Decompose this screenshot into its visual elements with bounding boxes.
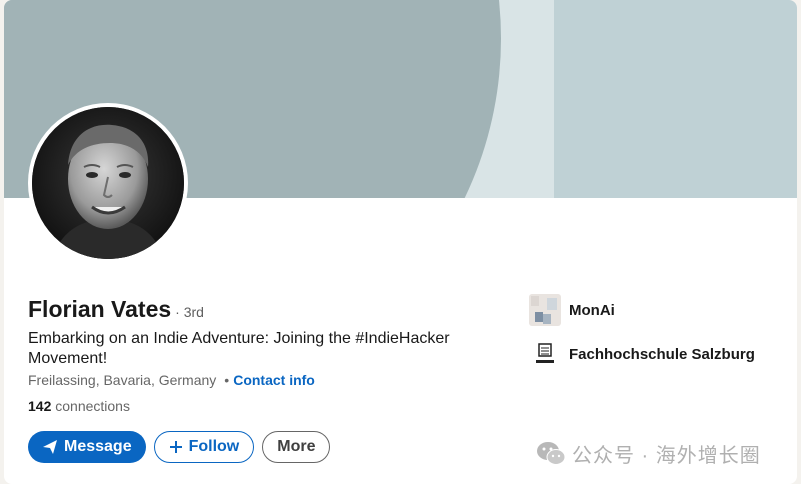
profile-actions: Message Follow More	[28, 431, 331, 463]
separator-dot: •	[224, 372, 230, 388]
more-button-label: More	[277, 438, 316, 455]
profile-location: Freilassing, Bavaria, Germany	[28, 372, 217, 388]
avatar-photo	[32, 107, 184, 259]
follow-button-label: Follow	[188, 438, 240, 455]
profile-avatar[interactable]	[28, 103, 188, 263]
education-school[interactable]: Fachhochschule Salzburg	[529, 338, 755, 370]
profile-name-row: Florian Vates · 3rd	[28, 296, 204, 323]
message-button[interactable]: Message	[28, 431, 146, 463]
school-logo-icon	[529, 338, 561, 370]
current-company[interactable]: MonAi	[529, 294, 615, 326]
profile-card: Florian Vates · 3rd Embarking on an Indi…	[4, 0, 797, 484]
profile-headline: Embarking on an Indie Adventure: Joining…	[28, 330, 450, 367]
connections-label: connections	[55, 398, 130, 414]
plus-icon	[169, 440, 183, 454]
wechat-icon	[536, 441, 566, 467]
company-name: MonAi	[569, 301, 615, 319]
message-button-label: Message	[64, 438, 132, 455]
send-icon	[42, 439, 58, 455]
company-logo-icon	[529, 294, 561, 326]
connections-number: 142	[28, 398, 52, 414]
connection-degree: · 3rd	[175, 304, 204, 320]
school-name: Fachhochschule Salzburg	[569, 345, 755, 363]
connections-count[interactable]: 142 connections	[28, 398, 130, 414]
contact-info-link[interactable]: Contact info	[233, 372, 315, 388]
location-row: Freilassing, Bavaria, Germany • Contact …	[28, 372, 315, 388]
profile-name: Florian Vates	[28, 296, 172, 322]
wechat-watermark: 公众号 · 海外增长圈	[536, 439, 761, 468]
watermark-text: 公众号 · 海外增长圈	[572, 445, 761, 467]
follow-button[interactable]: Follow	[153, 431, 255, 463]
more-button[interactable]: More	[262, 431, 331, 463]
